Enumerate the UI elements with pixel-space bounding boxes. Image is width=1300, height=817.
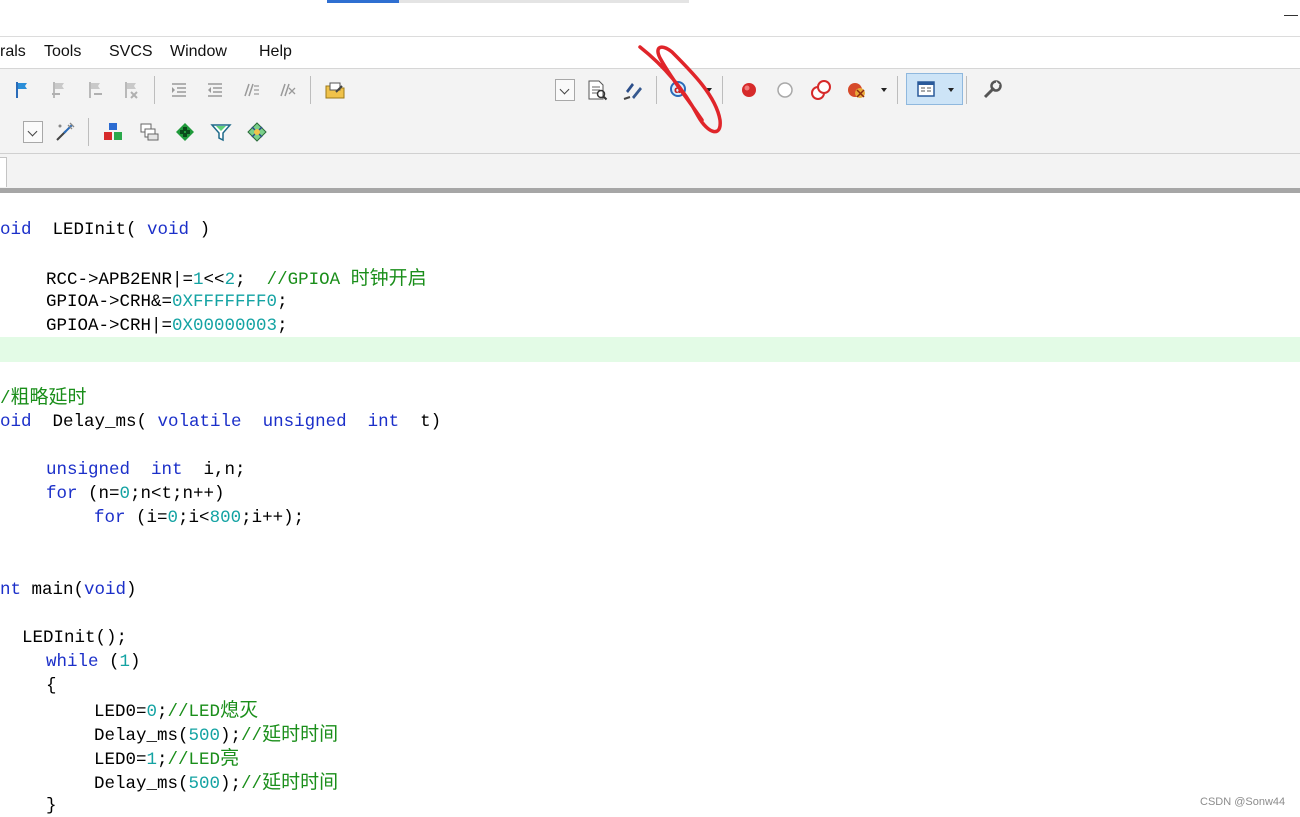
build-toolbar (0, 111, 279, 154)
incremental-find-icon[interactable] (586, 79, 608, 101)
code-line-1: oid LEDInit( void ) (0, 220, 211, 240)
code-line-5: /粗略延时 (0, 386, 87, 409)
manage-components-icon[interactable] (102, 121, 124, 143)
kill-breakpoints-icon[interactable] (846, 79, 868, 101)
uncomment-icon[interactable] (276, 79, 298, 101)
code-line-17: Delay_ms(500);//延时时间 (94, 771, 339, 794)
code-line-6: oid Delay_ms( volatile unsigned int t) (0, 412, 442, 432)
code-line-15: Delay_ms(500);//延时时间 (94, 723, 339, 746)
file-tab[interactable] (0, 157, 7, 187)
window-layout-icon (915, 78, 937, 100)
code-line-18: } (46, 796, 57, 816)
menu-help[interactable]: Help (259, 43, 292, 61)
code-line-16: LED0=1;//LED亮 (94, 747, 240, 770)
pack-installer-icon[interactable] (174, 121, 196, 143)
watermark: CSDN @Sonw44 (1200, 796, 1286, 808)
comment-icon[interactable] (240, 79, 262, 101)
next-bookmark-icon[interactable] (84, 79, 106, 101)
code-line-11: LEDInit(); (22, 628, 128, 648)
clear-bookmarks-icon[interactable] (120, 79, 142, 101)
code-line-10: nt main(void) (0, 580, 137, 600)
active-window-tab[interactable] (327, 0, 399, 3)
bookmark-icon[interactable] (12, 79, 34, 101)
manage-packs-icon[interactable] (246, 121, 268, 143)
debug-session-icon[interactable]: d (668, 79, 690, 101)
prev-bookmark-icon[interactable] (48, 79, 70, 101)
target-options-icon[interactable] (54, 121, 76, 143)
code-line-3: GPIOA->CRH&=0XFFFFFFF0; (46, 292, 288, 312)
code-line-14: LED0=0;//LED熄灭 (94, 699, 259, 722)
insert-breakpoint-icon[interactable] (738, 79, 760, 101)
file-toolbar: d (0, 69, 1300, 112)
select-device-icon[interactable] (210, 121, 232, 143)
code-line-9: for (i=0;i<800;i++); (94, 508, 305, 528)
code-line-12: while (1) (46, 652, 141, 672)
window-layout-button[interactable] (906, 73, 963, 105)
title-bar: — (0, 0, 1300, 37)
enable-breakpoint-icon[interactable] (774, 79, 796, 101)
breakpoints-dropdown-icon[interactable] (881, 88, 887, 92)
indent-icon[interactable] (168, 79, 190, 101)
file-tab-strip (0, 154, 1300, 188)
debug-dropdown-icon[interactable] (706, 88, 712, 92)
minimize-button[interactable]: — (1284, 6, 1298, 22)
menu-tools[interactable]: Tools (44, 43, 81, 61)
code-line-7: unsigned int i,n; (46, 460, 246, 480)
target-combo-icon[interactable] (23, 121, 43, 143)
menu-svcs[interactable]: SVCS (109, 43, 153, 61)
code-line-8: for (n=0;n<t;n++) (46, 484, 225, 504)
browse-symbols-icon[interactable] (622, 79, 644, 101)
svg-text:d: d (674, 85, 681, 96)
code-line-13: { (46, 676, 57, 696)
code-line-4: GPIOA->CRH|=0X00000003; (46, 316, 288, 336)
toolbar-empty-area (278, 111, 1300, 154)
unindent-icon[interactable] (204, 79, 226, 101)
ide-window: — rals Tools SVCS Window Help d oid LEDI… (0, 0, 1300, 817)
menu-peripherals[interactable]: rals (0, 43, 26, 61)
code-line-2: RCC->APB2ENR|=1<<2; //GPIOA 时钟开启 (46, 267, 427, 290)
find-in-files-icon[interactable] (324, 79, 346, 101)
menu-window[interactable]: Window (170, 43, 227, 61)
find-combo-icon[interactable] (555, 79, 575, 101)
menu-bar: rals Tools SVCS Window Help (0, 37, 1300, 69)
window-layout-dropdown-icon (948, 88, 954, 92)
disable-breakpoints-icon[interactable] (810, 79, 832, 101)
inactive-window-tab[interactable] (399, 0, 689, 3)
configure-icon[interactable] (981, 79, 1003, 101)
file-extensions-icon[interactable] (138, 121, 160, 143)
current-line-highlight (0, 337, 1300, 362)
